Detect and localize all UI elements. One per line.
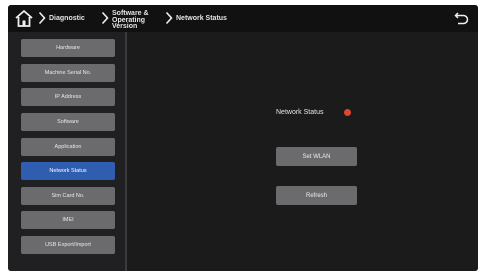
- chevron-right-icon: [165, 11, 173, 25]
- sidebar-item-machine-serial[interactable]: Machine Serial No.: [21, 64, 115, 82]
- home-icon[interactable]: [14, 9, 34, 28]
- network-status-label: Network Status: [276, 109, 324, 116]
- sidebar-item-network-status[interactable]: Network Status: [21, 162, 115, 180]
- sidebar-item-usb-export-import[interactable]: USB Export/Import: [21, 236, 115, 254]
- sidebar-item-hardware[interactable]: Hardware: [21, 39, 115, 57]
- back-icon[interactable]: [454, 11, 469, 25]
- sidebar-item-imei[interactable]: IMEI: [21, 211, 115, 229]
- main-content: Network Status Set WLAN Refresh: [127, 32, 478, 271]
- sidebar-item-sim-card[interactable]: Sim Card No.: [21, 187, 115, 205]
- breadcrumb-software-version[interactable]: Software & Operating Version: [112, 10, 160, 31]
- app-window: Diagnostic Software & Operating Version …: [8, 5, 478, 271]
- chevron-right-icon: [38, 11, 46, 25]
- top-bar: Diagnostic Software & Operating Version …: [8, 5, 478, 32]
- chevron-right-icon: [101, 11, 109, 25]
- set-wlan-button[interactable]: Set WLAN: [276, 147, 357, 166]
- refresh-button[interactable]: Refresh: [276, 186, 357, 205]
- breadcrumb-diagnostic[interactable]: Diagnostic: [49, 15, 85, 22]
- sidebar: Hardware Machine Serial No. IP Address S…: [8, 32, 125, 271]
- sidebar-item-software[interactable]: Software: [21, 113, 115, 131]
- sidebar-item-application[interactable]: Application: [21, 138, 115, 156]
- breadcrumb-network-status: Network Status: [176, 15, 227, 22]
- sidebar-item-ip-address[interactable]: IP Address: [21, 88, 115, 106]
- network-status-indicator: [344, 109, 351, 116]
